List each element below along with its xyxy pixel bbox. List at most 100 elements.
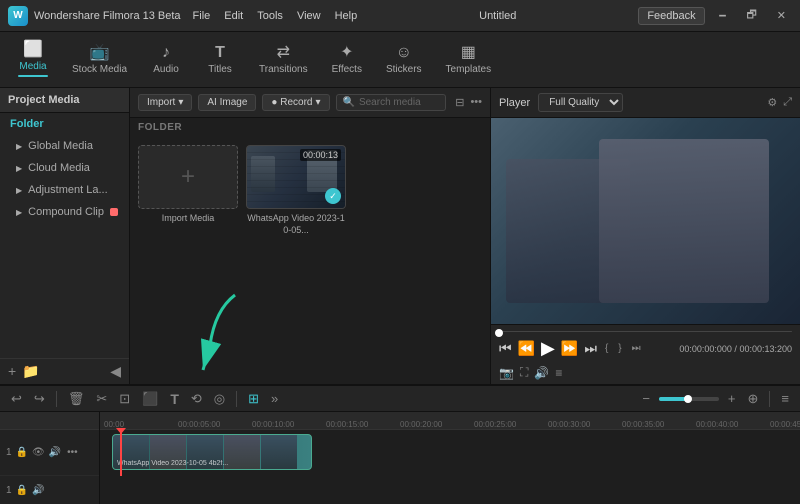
tab-transitions[interactable]: ⇄ Transitions <box>249 41 318 79</box>
frame-forward-button[interactable]: ⏩ <box>561 340 578 357</box>
zoom-in-button[interactable]: + <box>725 389 739 408</box>
undo-button[interactable]: ↩ <box>8 389 25 409</box>
vr-scene <box>491 118 800 324</box>
player-header-icons: ⚙ ⤢ <box>767 96 792 109</box>
transitions-tab-icon: ⇄ <box>277 45 290 61</box>
chevron-icon: ▶ <box>16 142 22 151</box>
frame-back-button[interactable]: ⏪ <box>518 340 535 357</box>
player-extras: 📷 ⛶ 🔊 ≡ <box>499 365 792 380</box>
ruler-mark-6: 00:00:30:00 <box>548 420 590 429</box>
sidebar-header: Project Media <box>0 88 129 113</box>
progress-bar[interactable] <box>499 331 792 332</box>
ruler-mark-7: 00:00:35:00 <box>622 420 664 429</box>
fullscreen-button[interactable]: ⛶ <box>520 365 528 380</box>
track-eye-icon[interactable]: 👁 <box>32 447 45 458</box>
zoom-handle[interactable] <box>684 395 692 403</box>
minimize-button[interactable]: 🗕 <box>713 4 733 27</box>
more-player-button[interactable]: ≡ <box>555 366 562 380</box>
player-settings-icon[interactable]: ⚙ <box>767 96 777 109</box>
menu-view[interactable]: View <box>297 10 321 22</box>
sidebar: Project Media Folder ▶ Global Media ▶ Cl… <box>0 88 130 384</box>
track-more-icon[interactable]: ••• <box>67 447 78 458</box>
tab-media[interactable]: ⬜ Media <box>8 38 58 81</box>
screenshot-button[interactable]: 📷 <box>499 366 514 380</box>
menu-edit[interactable]: Edit <box>224 10 243 22</box>
settings-button[interactable]: ≡ <box>778 389 792 408</box>
video-clip[interactable]: WhatsApp Video 2023-10-05 4b2f... <box>112 434 312 470</box>
feedback-button[interactable]: Feedback <box>638 7 704 25</box>
toolbar: ⬜ Media 📺 Stock Media ♪ Audio T Titles ⇄… <box>0 32 800 88</box>
volume-icon[interactable]: 🔊 <box>534 366 549 380</box>
import-media-item[interactable]: + Import Media <box>138 145 238 236</box>
media-search-box[interactable]: 🔍 Search media <box>336 94 446 111</box>
whatsapp-video-item[interactable]: 00:00:13 ✓ WhatsApp Video 2023-10-05... <box>246 145 346 236</box>
delete-button[interactable]: 🗑 <box>65 389 88 409</box>
sidebar-folder-icon[interactable]: 📁 <box>22 363 39 380</box>
import-label: Import <box>147 97 175 108</box>
text-button[interactable]: T <box>167 389 182 409</box>
clip-label: WhatsApp Video 2023-10-05 4b2f... <box>117 460 228 467</box>
add-track-button[interactable]: ⊕ <box>745 389 762 409</box>
import-button[interactable]: Import ▾ <box>138 94 192 111</box>
clip-frame <box>224 435 260 469</box>
zoom-slider[interactable] <box>659 397 719 401</box>
zoom-out-button[interactable]: − <box>639 389 653 408</box>
menu-tools[interactable]: Tools <box>257 10 283 22</box>
tab-stock-media[interactable]: 📺 Stock Media <box>62 41 137 79</box>
transform-button[interactable]: ⬛ <box>139 389 161 409</box>
skip-forward-button[interactable]: ⏭ <box>584 340 597 357</box>
crop-button[interactable]: ⊡ <box>116 389 133 409</box>
more-icon[interactable]: ••• <box>470 96 482 109</box>
effects-tab-label: Effects <box>332 64 362 75</box>
close-button[interactable]: ✕ <box>771 7 792 24</box>
rotate-button[interactable]: ⟲ <box>188 389 205 409</box>
timeline-content: 1 🔒 👁 🔊 ••• 1 🔒 🔊 00:00 00:00:05:00 00:0… <box>0 412 800 504</box>
maximize-button[interactable]: 🗗 <box>740 4 762 27</box>
tab-templates[interactable]: ▦ Templates <box>436 41 502 79</box>
audio-track-number: 1 <box>6 485 12 496</box>
player-expand-icon[interactable]: ⤢ <box>783 96 792 109</box>
in-point-icon[interactable]: { <box>605 343 608 354</box>
search-placeholder: Search media <box>359 97 421 108</box>
compound-clip-dot <box>110 208 118 216</box>
menu-help[interactable]: Help <box>335 10 358 22</box>
sidebar-collapse-icon[interactable]: ◀ <box>110 363 121 380</box>
tab-audio[interactable]: ♪ Audio <box>141 41 191 79</box>
ai-image-button[interactable]: AI Image <box>198 94 256 111</box>
mark-in-icon[interactable]: ⏭ <box>632 343 641 354</box>
audio-speaker-icon[interactable]: 🔊 <box>32 485 44 496</box>
media-panel: Import ▾ AI Image ● Record ▾ 🔍 Search me… <box>130 88 490 384</box>
progress-handle[interactable] <box>495 329 503 337</box>
out-point-icon[interactable]: } <box>618 343 621 354</box>
tab-effects[interactable]: ✦ Effects <box>322 41 372 79</box>
snap-button[interactable]: ⊞ <box>245 389 262 409</box>
filter-icon[interactable]: ⊟ <box>455 96 464 109</box>
skip-back-button[interactable]: ⏮ <box>499 340 512 357</box>
play-button[interactable]: ▶ <box>541 338 555 359</box>
quality-select[interactable]: Full Quality 1/2 1/4 <box>538 93 623 112</box>
import-dropdown-icon: ▾ <box>178 97 183 108</box>
audio-lock-icon[interactable]: 🔒 <box>16 485 28 496</box>
redo-button[interactable]: ↪ <box>31 389 48 409</box>
track-lock-icon[interactable]: 🔒 <box>16 447 28 458</box>
transitions-tab-label: Transitions <box>259 64 308 75</box>
tab-stickers[interactable]: ☺ Stickers <box>376 41 432 79</box>
playhead[interactable] <box>120 430 122 476</box>
sidebar-item-global-media[interactable]: ▶ Global Media <box>0 135 129 157</box>
sidebar-item-compound-clip[interactable]: ▶ Compound Clip <box>0 201 129 223</box>
menu-file[interactable]: File <box>193 10 211 22</box>
sidebar-footer: + 📁 ◀ <box>0 358 129 384</box>
sidebar-item-folder[interactable]: Folder <box>0 113 129 135</box>
track-speaker-icon[interactable]: 🔊 <box>49 447 61 458</box>
whatsapp-video-label: WhatsApp Video 2023-10-05... <box>246 213 346 236</box>
timeline-more-button[interactable]: » <box>268 389 281 408</box>
record-tl-button[interactable]: ◎ <box>211 389 228 409</box>
cut-button[interactable]: ✂ <box>93 389 110 409</box>
player-buttons: ⏮ ⏪ ▶ ⏩ ⏭ { } ⏭ 00:00:00:000 / 00:00:13:… <box>499 338 792 359</box>
sidebar-item-cloud-media[interactable]: ▶ Cloud Media <box>0 157 129 179</box>
sidebar-add-icon[interactable]: + <box>8 363 16 380</box>
record-button[interactable]: ● Record ▾ <box>262 94 329 111</box>
import-media-thumb: + <box>138 145 238 209</box>
sidebar-item-adjustment[interactable]: ▶ Adjustment La... <box>0 179 129 201</box>
tab-titles[interactable]: T Titles <box>195 41 245 79</box>
